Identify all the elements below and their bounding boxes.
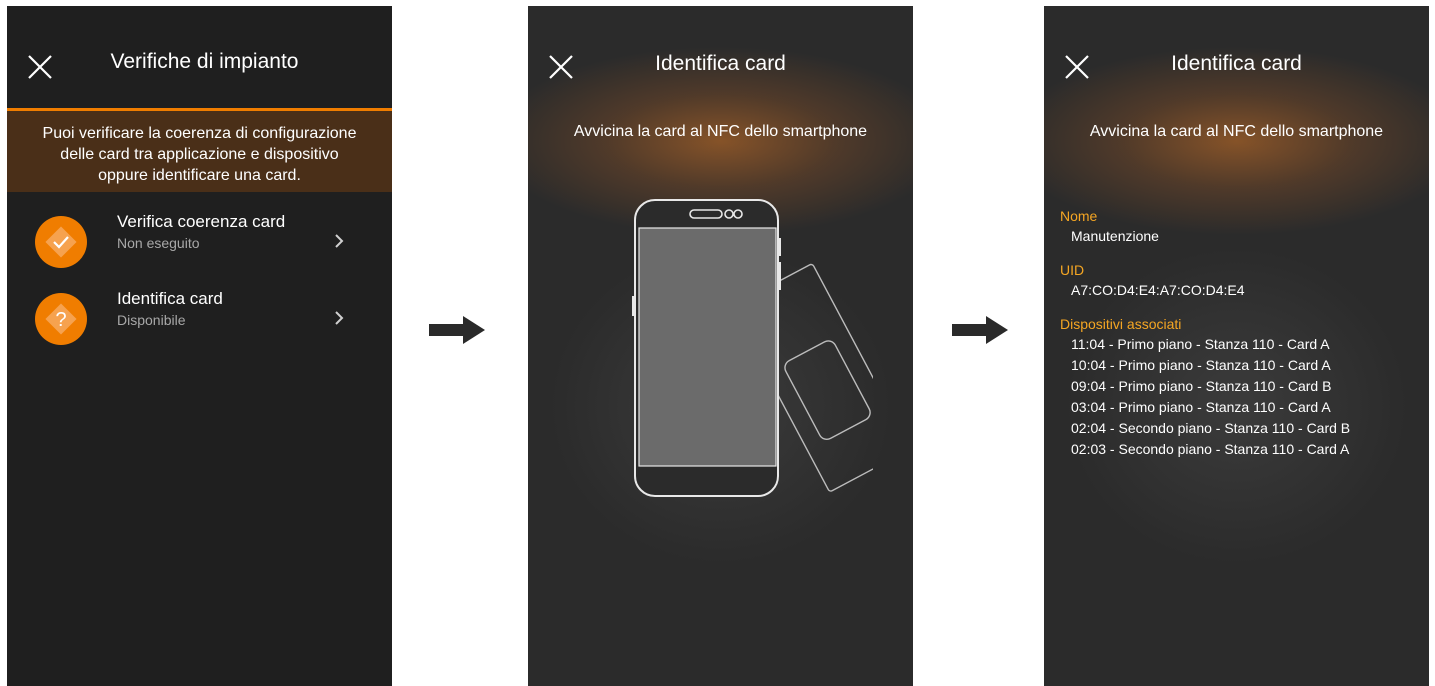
banner-line: delle card tra applicazione e dispositiv…: [60, 146, 339, 163]
device-entry: 11:04 - Primo piano - Stanza 110 - Card …: [1071, 336, 1330, 352]
menu-item-label: Verifica coerenza card: [117, 212, 286, 231]
menu-item-label: Identifica card: [117, 289, 223, 308]
phone-with-card-icon: [632, 199, 873, 497]
page-title: Verifiche di impianto: [110, 50, 299, 73]
screen-verifiche: Verifiche di impianto Puoi verificare la…: [7, 6, 392, 686]
menu-item-verifica-coerenza[interactable]: Verifica coerenza card Non eseguito: [7, 208, 392, 272]
banner-line: Puoi verificare la coerenza di configura…: [42, 125, 357, 142]
card-info: Nome Manutenzione UID A7:CO:D4:E4:A7:CO:…: [1060, 208, 1350, 460]
uid-label: UID: [1060, 262, 1085, 278]
checkmark-diamond-icon: [35, 216, 87, 268]
name-value: Manutenzione: [1071, 228, 1159, 244]
chevron-right-icon: [335, 311, 344, 325]
device-entry: 02:03 - Secondo piano - Stanza 110 - Car…: [1071, 441, 1350, 457]
menu-item-status: Non eseguito: [117, 235, 200, 251]
instruction-text: Avvicina la card al NFC dello smartphone: [1089, 123, 1384, 140]
uid-value: A7:CO:D4:E4:A7:CO:D4:E4: [1071, 282, 1245, 298]
right-arrow-icon: [429, 316, 485, 344]
screen-identifica-card-result: Identifica card Avvicina la card al NFC …: [1044, 6, 1429, 686]
svg-text:?: ?: [55, 309, 66, 331]
device-entry: 02:04 - Secondo piano - Stanza 110 - Car…: [1071, 420, 1351, 436]
device-entry: 09:04 - Primo piano - Stanza 110 - Card …: [1071, 378, 1332, 394]
instruction-text: Avvicina la card al NFC dello smartphone: [573, 123, 868, 140]
name-label: Nome: [1060, 208, 1098, 224]
banner-line: oppure identificare una card.: [98, 167, 301, 184]
chevron-right-icon: [335, 234, 344, 248]
page-title: Identifica card: [655, 52, 786, 75]
menu-item-status: Disponibile: [117, 312, 186, 328]
device-entry: 03:04 - Primo piano - Stanza 110 - Card …: [1071, 399, 1331, 415]
devices-label: Dispositivi associati: [1060, 316, 1182, 332]
device-entry: 10:04 - Primo piano - Stanza 110 - Card …: [1071, 357, 1331, 373]
page-title: Identifica card: [1171, 52, 1302, 75]
menu-item-identifica-card[interactable]: ? Identifica card Disponibile: [7, 285, 392, 349]
info-banner: Puoi verificare la coerenza di configura…: [7, 111, 392, 192]
right-arrow-icon: [952, 316, 1008, 344]
question-diamond-icon: ?: [35, 293, 87, 345]
screen-identifica-card: Identifica card Avvicina la card al NFC …: [528, 6, 913, 686]
